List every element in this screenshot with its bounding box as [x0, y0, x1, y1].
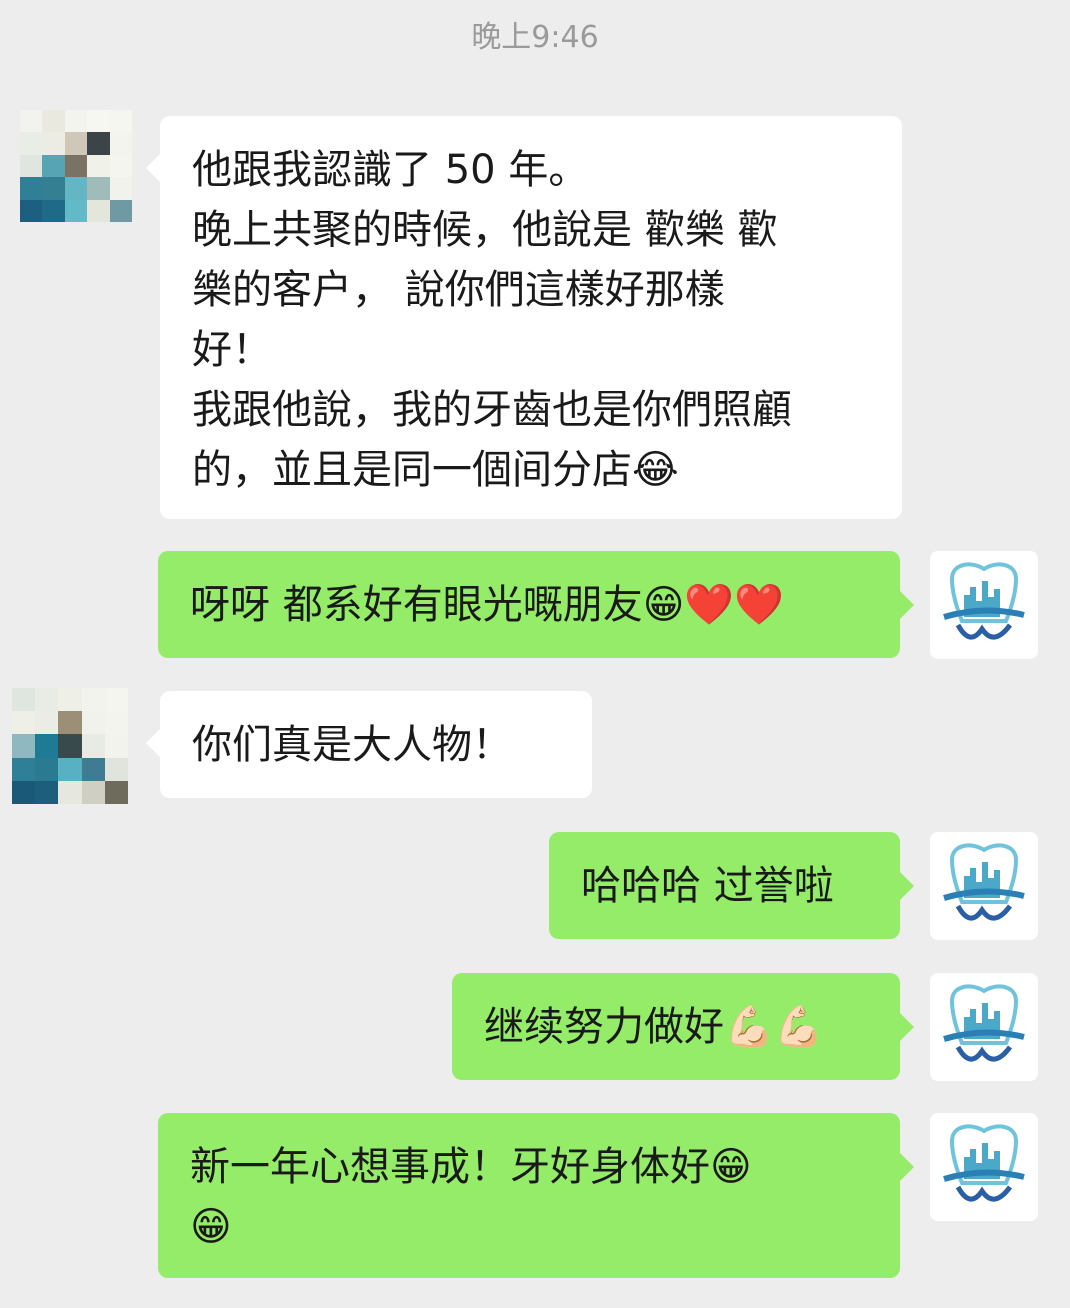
message-text: 哈哈哈 过誉啦: [581, 863, 834, 909]
contact-avatar-icon[interactable]: [12, 688, 128, 804]
tooth-logo-icon[interactable]: [930, 973, 1038, 1081]
message-line: 晚上共聚的時候，他說是 歡樂 歡: [192, 207, 778, 253]
message-line: 樂的客户， 說你們這樣好那樣: [192, 267, 725, 313]
contact-avatar-icon[interactable]: [20, 110, 132, 222]
message-bubble-outgoing[interactable]: 新一年心想事成！牙好身体好😁 😁: [158, 1113, 914, 1278]
message-bubble-incoming[interactable]: 你们真是大人物！: [146, 691, 592, 798]
message-bubble-incoming[interactable]: 他跟我認識了 50 年。 晚上共聚的時候，他說是 歡樂 歡 樂的客户， 說你們這…: [146, 116, 902, 519]
message-text: 你们真是大人物！: [192, 722, 512, 768]
tooth-logo-icon[interactable]: [930, 832, 1038, 940]
tooth-logo-icon[interactable]: [930, 1113, 1038, 1221]
message-timestamp: 晚上9:46: [471, 20, 599, 55]
message-line: 新一年心想事成！牙好身体好😁: [190, 1144, 752, 1190]
message-line: 他跟我認識了 50 年。: [192, 147, 589, 193]
message-text: 呀呀 都系好有眼光嘅朋友😁❤️❤️: [190, 582, 785, 628]
message-bubble-outgoing[interactable]: 继续努力做好💪🏻💪🏻: [452, 973, 914, 1080]
message-line: 好！: [192, 327, 272, 373]
message-line: 我跟他說，我的牙齒也是你們照顧: [192, 387, 792, 433]
message-bubble-outgoing[interactable]: 呀呀 都系好有眼光嘅朋友😁❤️❤️: [158, 551, 914, 658]
message-line: 😁: [190, 1204, 232, 1250]
message-bubble-outgoing[interactable]: 哈哈哈 过誉啦: [549, 832, 914, 939]
message-line: 的，並且是同一個间分店😂: [192, 447, 679, 493]
message-text: 继续努力做好💪🏻💪🏻: [484, 1004, 824, 1050]
tooth-logo-icon[interactable]: [930, 551, 1038, 659]
